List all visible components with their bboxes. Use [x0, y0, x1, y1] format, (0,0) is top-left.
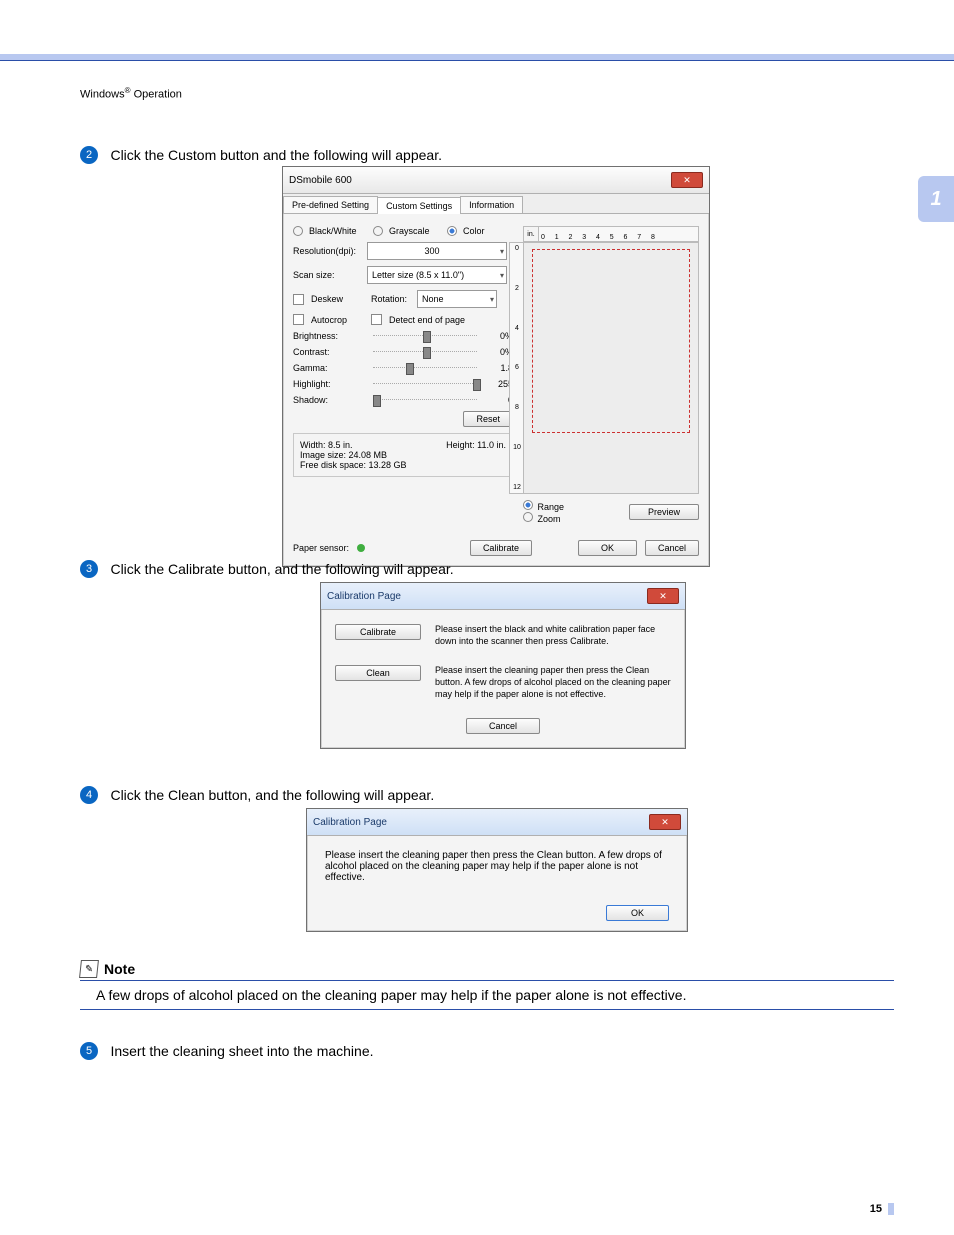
gamma-label: Gamma: [293, 363, 363, 373]
step-2-bullet: 2 [80, 146, 98, 164]
dialog2-title: Calibration Page [327, 591, 401, 602]
step-4-text: Click the Clean button, and the followin… [110, 787, 434, 803]
contrast-label: Contrast: [293, 347, 363, 357]
shadow-label: Shadow: [293, 395, 363, 405]
tab-information[interactable]: Information [460, 196, 523, 213]
detectend-check[interactable] [371, 314, 382, 325]
highlight-slider[interactable] [373, 380, 477, 388]
clean-button[interactable]: Clean [335, 665, 421, 681]
zoom-label: Zoom [538, 514, 561, 524]
paper-sensor-indicator [357, 544, 365, 552]
header-post: Operation [131, 89, 182, 101]
shadow-slider[interactable] [373, 396, 477, 404]
tab-predefined[interactable]: Pre-defined Setting [283, 196, 378, 213]
header-breadcrumb: Windows® Operation [80, 86, 182, 101]
contrast-slider[interactable] [373, 348, 477, 356]
preview-selection[interactable] [532, 249, 690, 433]
close-icon[interactable]: ✕ [649, 814, 681, 830]
calibrate-button[interactable]: Calibrate [470, 540, 532, 556]
dialog1-titlebar: DSmobile 600 ✕ [283, 167, 709, 194]
scansize-combo[interactable]: Letter size (8.5 x 11.0") [367, 266, 507, 284]
radio-range[interactable] [523, 500, 533, 510]
step-2: 2 Click the Custom button and the follow… [80, 146, 894, 164]
range-label: Range [538, 502, 565, 512]
resolution-label: Resolution(dpi): [293, 246, 363, 256]
dialog2-titlebar: Calibration Page ✕ [321, 583, 685, 610]
note-icon: ✎ [79, 960, 99, 978]
autocrop-label: Autocrop [311, 315, 367, 325]
calibrate-instruction: Please insert the black and white calibr… [435, 624, 671, 647]
ruler-unit: in. [523, 226, 538, 242]
page-number: 15 [870, 1203, 894, 1215]
ruler-horizontal: 0 1 2 3 4 5 6 7 8 [538, 226, 699, 242]
note-end-rule [80, 1009, 894, 1011]
preview-area[interactable] [523, 242, 699, 494]
label-bw: Black/White [309, 226, 369, 236]
info-width: Width: 8.5 in. [300, 440, 353, 450]
close-icon[interactable]: ✕ [671, 172, 703, 188]
step-3-bullet: 3 [80, 560, 98, 578]
radio-bw[interactable] [293, 226, 303, 236]
dialog1-tabs: Pre-defined Setting Custom Settings Info… [283, 194, 709, 214]
dialog3-titlebar: Calibration Page ✕ [307, 809, 687, 836]
label-color: Color [463, 226, 485, 236]
detectend-label: Detect end of page [389, 315, 465, 325]
tab-custom[interactable]: Custom Settings [377, 197, 461, 214]
step-5: 5 Insert the cleaning sheet into the mac… [80, 1042, 894, 1060]
resolution-combo[interactable]: 300 [367, 242, 507, 260]
info-image-size: Image size: 24.08 MB [300, 450, 506, 460]
reset-button[interactable]: Reset [463, 411, 513, 427]
chapter-tab: 1 [918, 176, 954, 222]
step-5-bullet: 5 [80, 1042, 98, 1060]
step-4: 4 Click the Clean button, and the follow… [80, 786, 894, 804]
top-rule [0, 60, 954, 61]
brightness-label: Brightness: [293, 331, 363, 341]
cancel-button[interactable]: Cancel [645, 540, 699, 556]
clean-instruction: Please insert the cleaning paper then pr… [435, 665, 671, 700]
custom-settings-dialog: DSmobile 600 ✕ Pre-defined Setting Custo… [282, 166, 710, 567]
header-pre: Windows [80, 89, 125, 101]
note-body: A few drops of alcohol placed on the cle… [80, 981, 894, 1009]
ok-button[interactable]: OK [606, 905, 669, 921]
note-title: Note [104, 961, 135, 977]
info-height: Height: 11.0 in. [446, 440, 506, 450]
autocrop-check[interactable] [293, 314, 304, 325]
clean-confirm-dialog: Calibration Page ✕ Please insert the cle… [306, 808, 688, 932]
scansize-label: Scan size: [293, 270, 363, 280]
step-4-bullet: 4 [80, 786, 98, 804]
step-2-text: Click the Custom button and the followin… [110, 147, 442, 163]
dialog1-title: DSmobile 600 [289, 175, 352, 186]
ok-button[interactable]: OK [578, 540, 637, 556]
dialog3-title: Calibration Page [313, 817, 387, 828]
note-block: ✎ Note A few drops of alcohol placed on … [80, 960, 894, 1011]
rotation-combo[interactable]: None [417, 290, 497, 308]
radio-gray[interactable] [373, 226, 383, 236]
radio-zoom[interactable] [523, 512, 533, 522]
deskew-label: Deskew [311, 294, 367, 304]
deskew-check[interactable] [293, 294, 304, 305]
info-free-disk: Free disk space: 13.28 GB [300, 460, 506, 470]
calibrate-button[interactable]: Calibrate [335, 624, 421, 640]
step-5-text: Insert the cleaning sheet into the machi… [110, 1043, 373, 1059]
step-3-text: Click the Calibrate button, and the foll… [110, 561, 453, 577]
highlight-label: Highlight: [293, 379, 363, 389]
close-icon[interactable]: ✕ [647, 588, 679, 604]
rotation-label: Rotation: [371, 294, 413, 304]
cancel-button[interactable]: Cancel [466, 718, 540, 734]
label-gray: Grayscale [389, 226, 443, 236]
gamma-slider[interactable] [373, 364, 477, 372]
preview-button[interactable]: Preview [629, 504, 699, 520]
step-3: 3 Click the Calibrate button, and the fo… [80, 560, 894, 578]
brightness-slider[interactable] [373, 332, 477, 340]
paper-sensor-label: Paper sensor: [293, 543, 349, 553]
radio-color[interactable] [447, 226, 457, 236]
dialog3-text: Please insert the cleaning paper then pr… [325, 850, 669, 883]
page-number-accent [888, 1203, 894, 1215]
size-info-block: Width: 8.5 in. Height: 11.0 in. Image siz… [293, 433, 513, 477]
calibration-page-dialog: Calibration Page ✕ Calibrate Please inse… [320, 582, 686, 749]
